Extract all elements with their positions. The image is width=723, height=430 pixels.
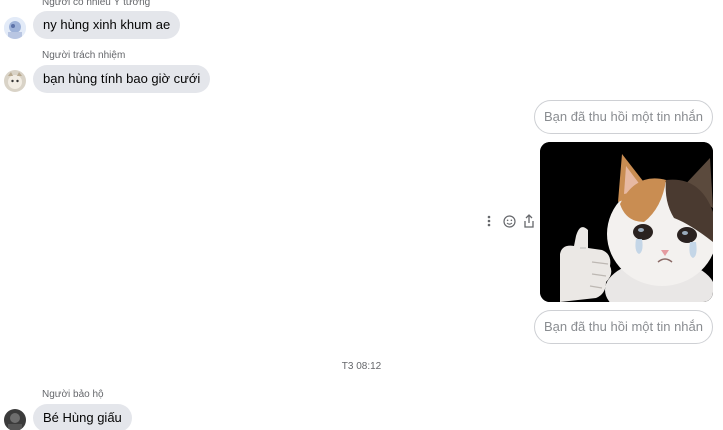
sender-name: Người có nhiều Ý tưởng [42, 0, 151, 8]
timestamp-divider: T3 08:12 [341, 361, 382, 372]
crying-cat-sticker [540, 142, 713, 302]
more-vertical-icon[interactable] [482, 213, 496, 229]
recalled-message[interactable]: Bạn đã thu hồi một tin nhắn [533, 310, 713, 344]
avatar-image [4, 409, 26, 430]
avatar-image [4, 70, 26, 92]
recalled-message[interactable]: Bạn đã thu hồi một tin nhắn [533, 100, 713, 134]
sender-name: Người bảo hộ [42, 389, 104, 400]
avatar-image [4, 17, 26, 39]
message-bubble[interactable]: ny hùng xinh khum ae [33, 11, 181, 39]
avatar[interactable] [4, 17, 26, 39]
smiley-icon[interactable] [502, 213, 516, 229]
share-icon[interactable] [522, 213, 536, 229]
message-bubble[interactable]: bạn hùng tính bao giờ cưới [33, 65, 211, 93]
avatar[interactable] [4, 409, 26, 430]
sender-name: Người trách nhiệm [42, 50, 126, 61]
sticker-image[interactable] [540, 142, 713, 302]
message-bubble[interactable]: Bé Hùng giấu [33, 404, 132, 430]
message-actions [482, 213, 536, 229]
avatar[interactable] [4, 70, 26, 92]
chat-thread: Người có nhiều Ý tưởng ny hùng xinh khum… [0, 0, 723, 430]
